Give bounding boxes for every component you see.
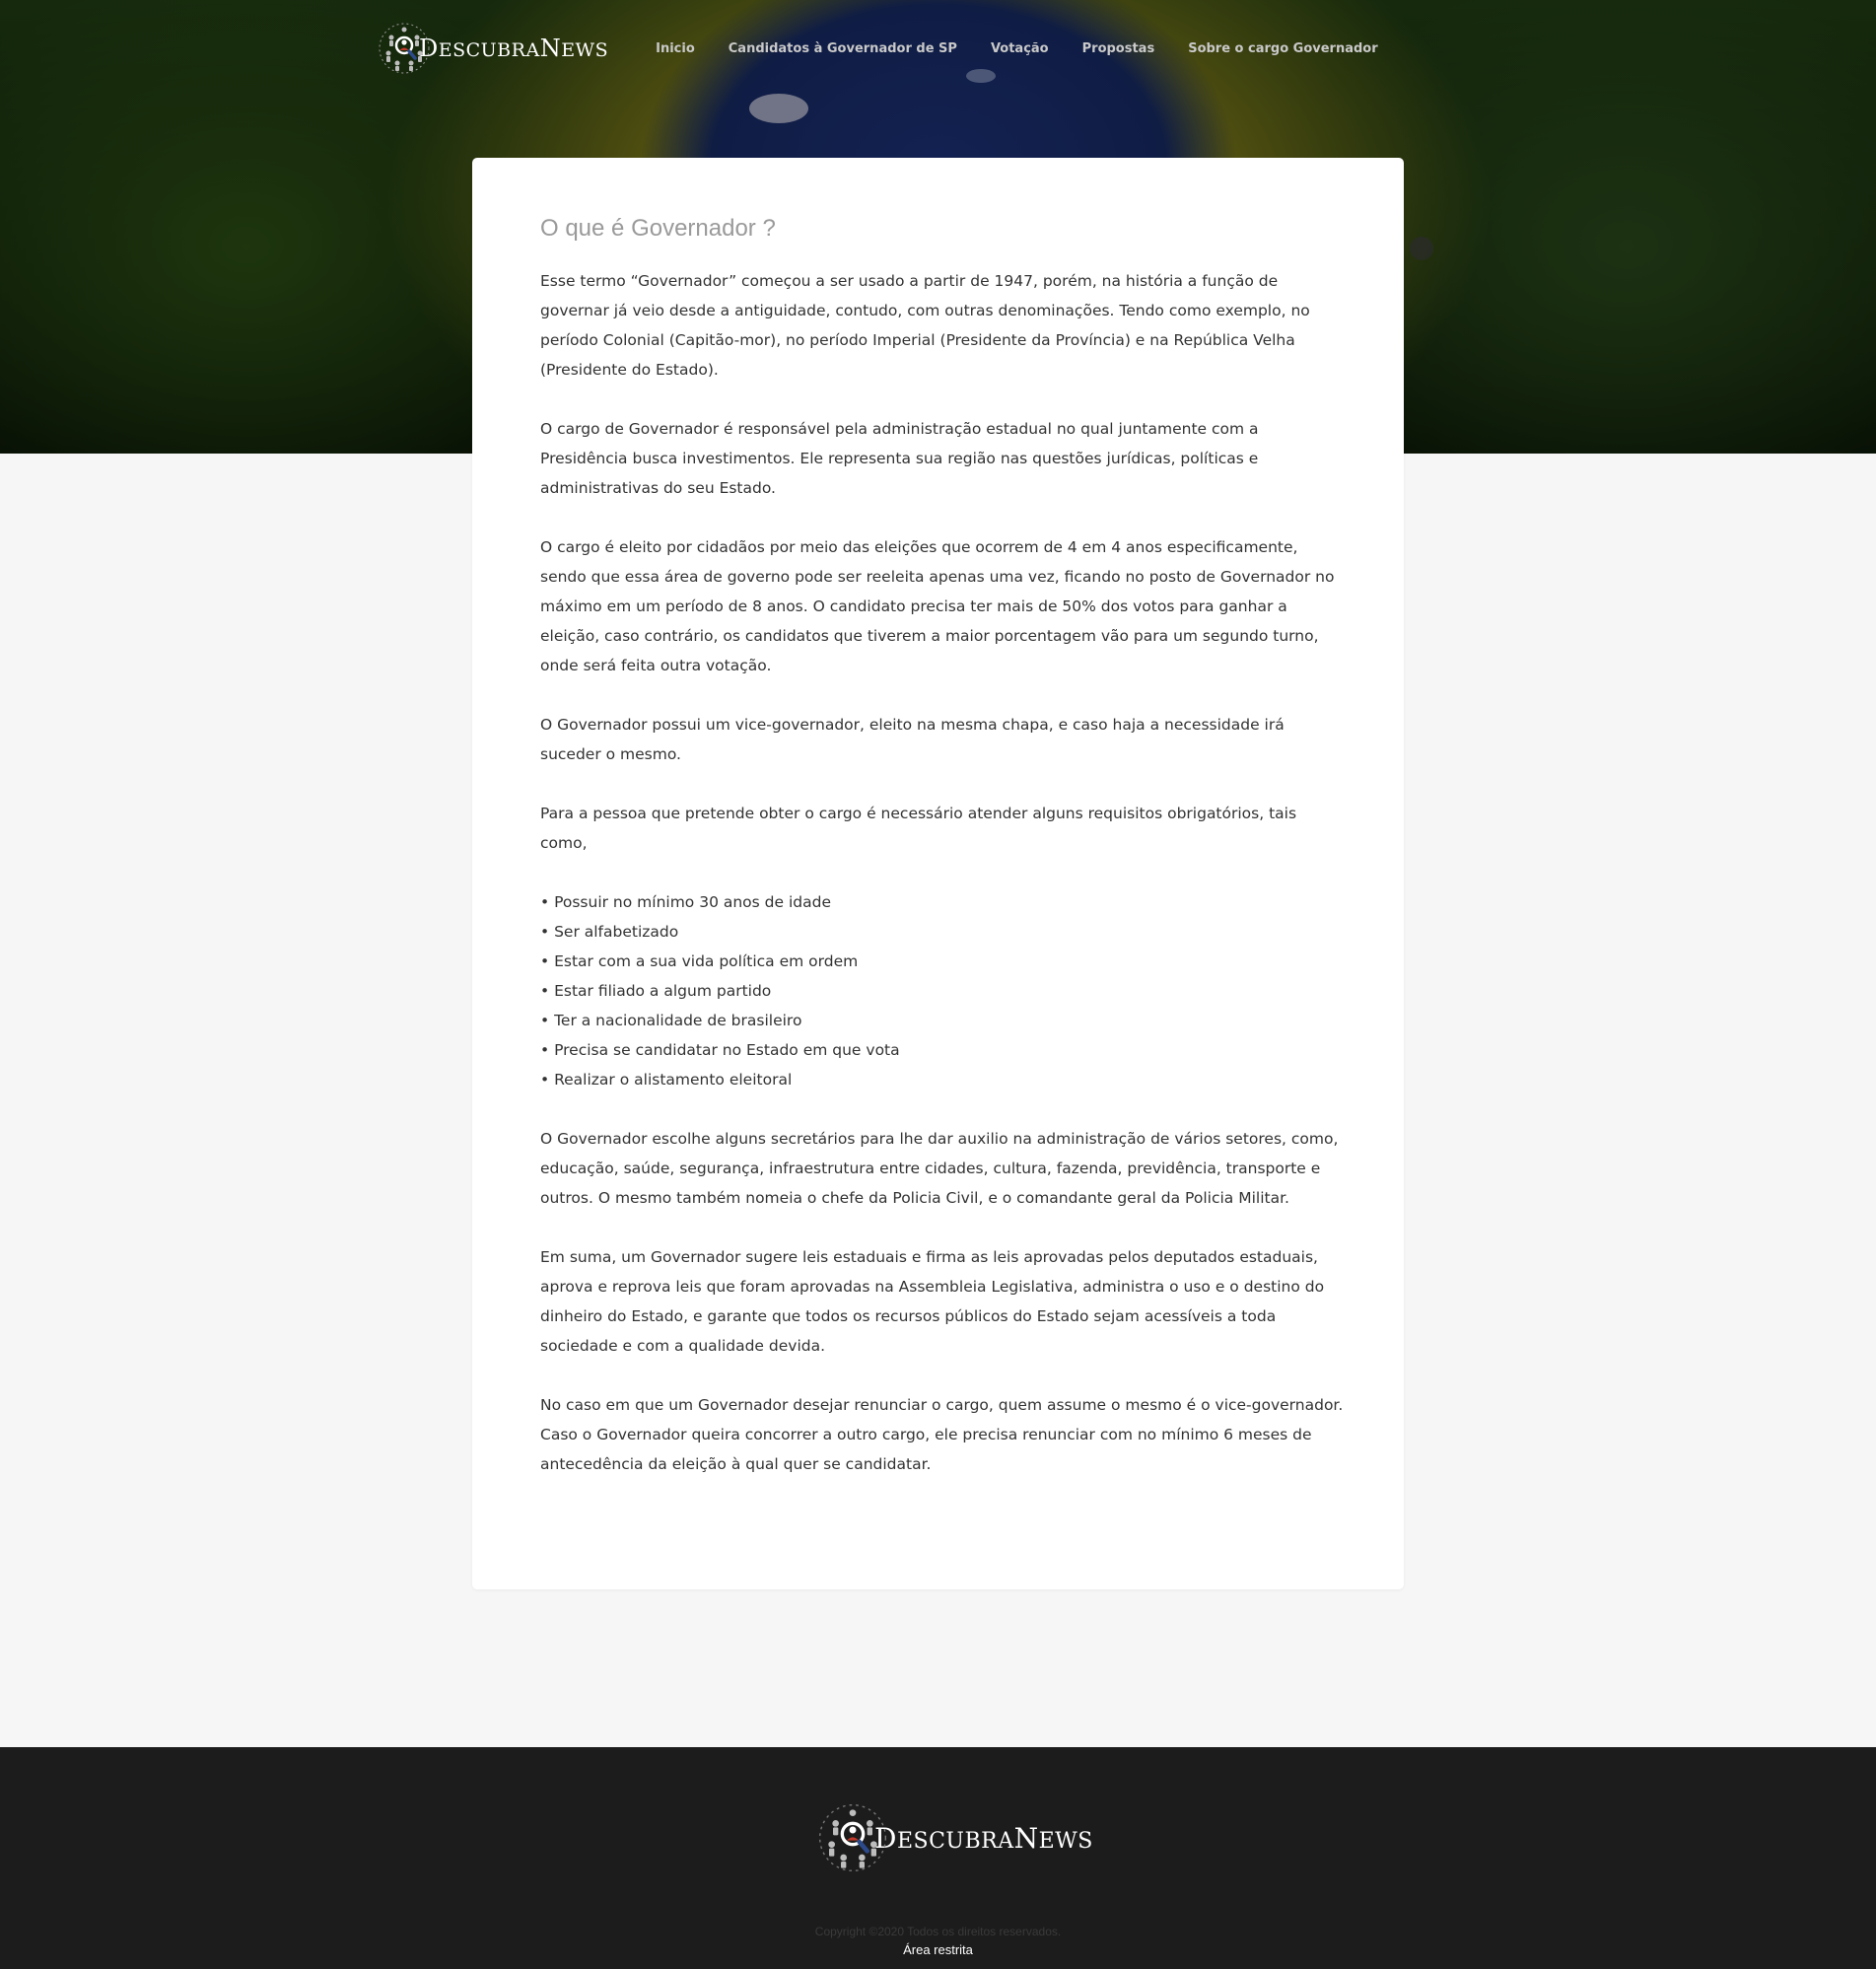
nav-item-votacao[interactable]: Votação [991, 41, 1049, 56]
requirement-item: • Realizar o alistamento eleitoral [540, 1071, 793, 1089]
article-paragraph: O Governador possui um vice-governador, … [540, 716, 1285, 763]
article-content: O que é Governador ? Esse termo “Governa… [540, 215, 1344, 1509]
brand-logo[interactable]: DESCUBRANEWS [378, 22, 608, 75]
article-paragraph: O cargo é eleito por cidadãos por meio d… [540, 538, 1335, 674]
requirement-item: • Precisa se candidatar no Estado em que… [540, 1041, 900, 1059]
article-card: O que é Governador ? Esse termo “Governa… [472, 158, 1404, 1589]
article-title: O que é Governador ? [540, 215, 776, 242]
article-paragraph: O cargo de Governador é responsável pela… [540, 420, 1259, 497]
people-magnifier-logo-icon [817, 1802, 888, 1873]
article-paragraph: Esse termo “Governador” começou a ser us… [540, 272, 1310, 379]
requirement-item: • Ser alfabetizado [540, 923, 679, 941]
paint-splat [1410, 237, 1433, 260]
article-paragraph: Em suma, um Governador sugere leis estad… [540, 1248, 1325, 1355]
requirement-item: • Estar com a sua vida política em ordem [540, 952, 859, 970]
footer-brand-name: DESCUBRANEWS [874, 1821, 1093, 1855]
article-paragraph: O Governador escolhe alguns secretários … [540, 1130, 1339, 1207]
requirement-item: • Ter a nacionalidade de brasileiro [540, 1012, 802, 1029]
footer-brand-logo[interactable]: DESCUBRANEWS [817, 1802, 1093, 1873]
nav-item-sobre-cargo[interactable]: Sobre o cargo Governador [1188, 41, 1377, 56]
article-paragraph: Caso o Governador queira concorrer a out… [540, 1426, 1312, 1473]
nav-item-candidatos[interactable]: Candidatos à Governador de SP [729, 41, 957, 56]
site-footer: DESCUBRANEWS Copyright ©2020 Todos os di… [0, 1747, 1876, 1969]
article-paragraph: No caso em que um Governador desejar ren… [540, 1396, 1344, 1414]
nav-item-propostas[interactable]: Propostas [1082, 41, 1155, 56]
nav-item-inicio[interactable]: Inicio [656, 41, 695, 56]
top-navigation: DESCUBRANEWS Inicio Candidatos à Governa… [378, 22, 1412, 75]
article-paragraph: Para a pessoa que pretende obter o cargo… [540, 805, 1297, 852]
brand-name: DESCUBRANEWS [419, 35, 609, 62]
restricted-area-link[interactable]: Área restrita [0, 1942, 1876, 1957]
requirement-item: • Estar filiado a algum partido [540, 982, 772, 1000]
requirements-list: • Possuir no mínimo 30 anos de idade • S… [540, 887, 1344, 1094]
people-magnifier-logo-icon [378, 22, 431, 75]
requirement-item: • Possuir no mínimo 30 anos de idade [540, 893, 831, 911]
paint-splat [749, 94, 808, 123]
nav-links: Inicio Candidatos à Governador de SP Vot… [656, 41, 1412, 56]
copyright-text: Copyright ©2020 Todos os direitos reserv… [814, 1925, 1062, 1938]
